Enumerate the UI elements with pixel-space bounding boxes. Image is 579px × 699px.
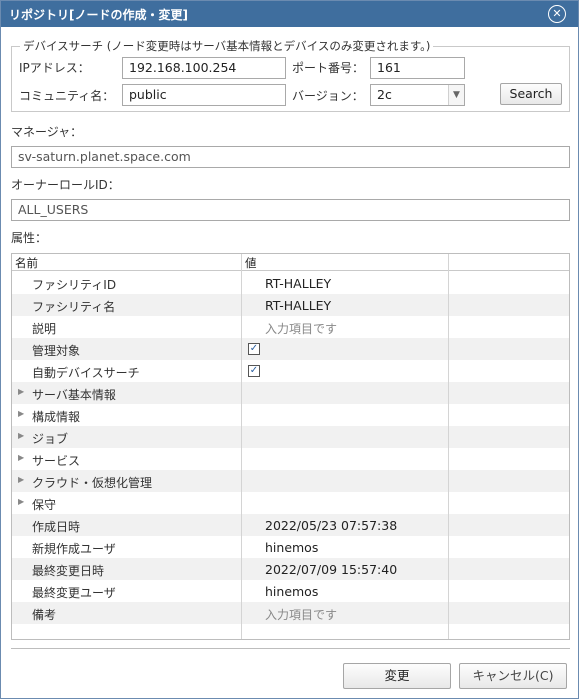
attribute-value[interactable]: 2022/07/09 15:57:40 bbox=[265, 562, 397, 577]
expand-arrow-icon[interactable]: ▶ bbox=[18, 409, 24, 418]
table-row[interactable]: 管理対象 ✓ bbox=[12, 338, 569, 360]
attribute-name: サーバ基本情報 bbox=[32, 388, 116, 402]
attribute-value[interactable]: RT-HALLEY bbox=[265, 298, 331, 313]
attribute-name: 管理対象 bbox=[32, 344, 81, 358]
search-button[interactable]: Search bbox=[500, 83, 562, 105]
manager-field[interactable]: sv-saturn.planet.space.com bbox=[11, 146, 570, 168]
table-row[interactable]: 説明 入力項目です bbox=[12, 316, 569, 338]
node-edit-dialog: リポジトリ[ノードの作成・変更] ✕ デバイスサーチ (ノード変更時はサーバ基本… bbox=[0, 0, 579, 699]
column-divider bbox=[448, 254, 449, 639]
table-row[interactable]: ▶ サービス bbox=[12, 448, 569, 470]
attributes-label: 属性： bbox=[11, 231, 48, 245]
version-select-value: 2c bbox=[377, 87, 392, 102]
owner-role-label: オーナーロールID： bbox=[11, 178, 120, 192]
version-select[interactable]: 2c ▼ bbox=[370, 84, 465, 106]
attribute-value-placeholder[interactable]: 入力項目です bbox=[265, 606, 337, 623]
table-row[interactable]: 最終変更ユーザ hinemos bbox=[12, 580, 569, 602]
dialog-title: リポジトリ[ノードの作成・変更] bbox=[9, 8, 188, 22]
attributes-table: 名前 値 ファシリティID RT-HALLEY ファシリティ名 RT-HALLEY 説明… bbox=[11, 253, 570, 640]
port-input[interactable]: 161 bbox=[370, 57, 465, 79]
ip-address-input[interactable]: 192.168.100.254 bbox=[122, 57, 286, 79]
attribute-name: サービス bbox=[32, 454, 81, 468]
table-row[interactable]: ▶ クラウド・仮想化管理 bbox=[12, 470, 569, 492]
attribute-name: ファシリティ名 bbox=[32, 300, 116, 314]
expand-arrow-icon[interactable]: ▶ bbox=[18, 475, 24, 484]
attribute-name: ファシリティID bbox=[32, 278, 117, 292]
community-label: コミュニティ名： bbox=[19, 89, 115, 103]
community-input[interactable]: public bbox=[122, 84, 286, 106]
port-label: ポート番号： bbox=[292, 61, 365, 75]
table-row[interactable]: ▶ ジョブ bbox=[12, 426, 569, 448]
dialog-titlebar: リポジトリ[ノードの作成・変更] ✕ bbox=[1, 1, 578, 27]
attribute-value[interactable]: hinemos bbox=[265, 584, 318, 599]
attribute-name: クラウド・仮想化管理 bbox=[32, 476, 153, 490]
version-label: バージョン： bbox=[292, 89, 364, 103]
attribute-name: ジョブ bbox=[32, 432, 69, 446]
manager-label: マネージャ： bbox=[11, 125, 83, 139]
ip-address-label: IPアドレス： bbox=[19, 61, 90, 75]
expand-arrow-icon[interactable]: ▶ bbox=[18, 453, 24, 462]
column-header-name[interactable]: 名前 bbox=[15, 255, 38, 271]
owner-role-field[interactable]: ALL_USERS bbox=[11, 199, 570, 221]
attribute-name: 最終変更ユーザ bbox=[32, 586, 116, 600]
close-icon[interactable]: ✕ bbox=[548, 5, 566, 23]
attribute-name: 保守 bbox=[32, 498, 57, 512]
attribute-value[interactable]: 2022/05/23 07:57:38 bbox=[265, 518, 397, 533]
table-row[interactable]: 自動デバイスサーチ ✓ bbox=[12, 360, 569, 382]
apply-button[interactable]: 変更 bbox=[343, 663, 451, 689]
table-row[interactable]: 最終変更日時 2022/07/09 15:57:40 bbox=[12, 558, 569, 580]
table-row[interactable]: ▶ 構成情報 bbox=[12, 404, 569, 426]
column-divider bbox=[241, 254, 242, 639]
attribute-name: 作成日時 bbox=[32, 520, 81, 534]
attributes-table-header: 名前 値 bbox=[12, 254, 569, 271]
checkbox[interactable]: ✓ bbox=[248, 365, 260, 377]
table-row[interactable]: 新規作成ユーザ hinemos bbox=[12, 536, 569, 558]
table-row[interactable]: ▶ サーバ基本情報 bbox=[12, 382, 569, 404]
checkbox[interactable]: ✓ bbox=[248, 343, 260, 355]
expand-arrow-icon[interactable]: ▶ bbox=[18, 497, 24, 506]
table-row[interactable]: ファシリティID RT-HALLEY bbox=[12, 272, 569, 294]
table-row[interactable]: ▶ 保守 bbox=[12, 492, 569, 514]
column-header-value[interactable]: 値 bbox=[245, 255, 257, 271]
expand-arrow-icon[interactable]: ▶ bbox=[18, 387, 24, 396]
table-row[interactable]: ファシリティ名 RT-HALLEY bbox=[12, 294, 569, 316]
attribute-value[interactable]: hinemos bbox=[265, 540, 318, 555]
attribute-value[interactable]: RT-HALLEY bbox=[265, 276, 331, 291]
cancel-button[interactable]: キャンセル(C) bbox=[459, 663, 567, 689]
attribute-name: 最終変更日時 bbox=[32, 564, 105, 578]
expand-arrow-icon[interactable]: ▶ bbox=[18, 431, 24, 440]
table-row[interactable]: 備考 入力項目です bbox=[12, 602, 569, 624]
chevron-down-icon[interactable]: ▼ bbox=[448, 85, 464, 105]
attribute-value-placeholder[interactable]: 入力項目です bbox=[265, 320, 337, 337]
attribute-name: 自動デバイスサーチ bbox=[32, 366, 140, 380]
attribute-name: 構成情報 bbox=[32, 410, 81, 424]
table-row[interactable]: 作成日時 2022/05/23 07:57:38 bbox=[12, 514, 569, 536]
attribute-name: 備考 bbox=[32, 608, 57, 622]
attribute-name: 新規作成ユーザ bbox=[32, 542, 116, 556]
attribute-name: 説明 bbox=[32, 322, 57, 336]
device-search-legend: デバイスサーチ (ノード変更時はサーバ基本情報とデバイスのみ変更されます。) bbox=[23, 39, 431, 53]
footer-divider bbox=[11, 648, 570, 649]
